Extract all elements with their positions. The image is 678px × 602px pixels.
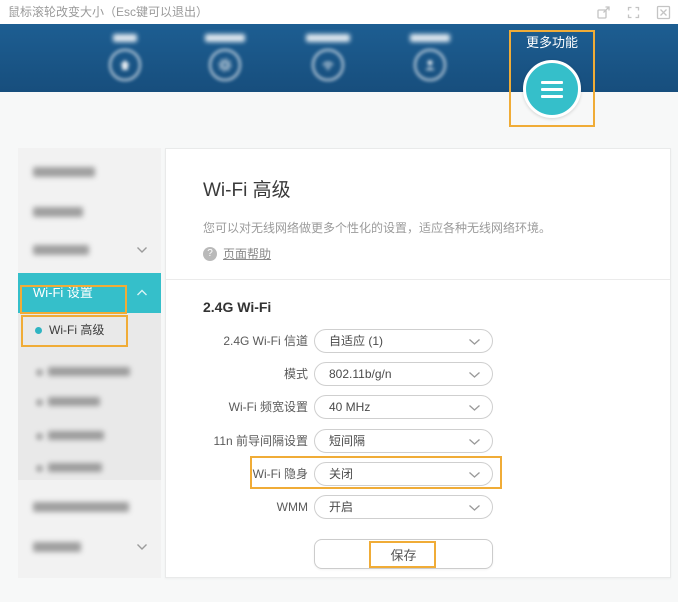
dropdown-selected-value: 开启	[329, 496, 353, 518]
chevron-down-icon	[468, 338, 481, 346]
blurred-nav-label	[205, 34, 245, 42]
dropdown-select[interactable]: 802.11b/g/n	[314, 362, 493, 386]
active-bullet-icon	[35, 327, 42, 334]
nav-item-wifi[interactable]	[296, 32, 360, 81]
dropdown-select[interactable]: 短间隔	[314, 429, 493, 453]
blurred-sidebar-subitem[interactable]	[48, 463, 102, 472]
blurred-sidebar-item[interactable]	[33, 207, 83, 217]
window-titlebar: 鼠标滚轮改变大小（Esc键可以退出）	[0, 0, 678, 24]
form-row: Wi-Fi 隐身 关闭	[166, 462, 672, 486]
blurred-sidebar-item[interactable]	[33, 167, 95, 177]
sidebar-item-label: Wi-Fi 高级	[49, 313, 104, 347]
nav-item-home[interactable]	[93, 32, 157, 81]
chevron-down-icon	[136, 543, 148, 551]
popout-icon[interactable]	[595, 4, 612, 21]
chevron-down-icon	[468, 404, 481, 412]
sidebar-item-wifi-settings[interactable]: Wi-Fi 设置	[18, 273, 161, 313]
window-title: 鼠标滚轮改变大小（Esc键可以退出）	[8, 0, 208, 24]
dropdown-select[interactable]: 40 MHz	[314, 395, 493, 419]
dropdown-selected-value: 短间隔	[329, 430, 365, 452]
blurred-sidebar-item[interactable]	[33, 542, 81, 552]
chevron-down-icon	[468, 371, 481, 379]
blurred-sidebar-subitem[interactable]	[48, 367, 130, 376]
chevron-down-icon	[136, 246, 148, 254]
field-label: 模式	[166, 362, 308, 386]
blurred-bullet	[36, 433, 43, 440]
field-label: WMM	[166, 495, 308, 519]
chevron-down-icon	[468, 438, 481, 446]
blurred-sidebar-item[interactable]	[33, 502, 129, 512]
dropdown-select[interactable]: 自适应 (1)	[314, 329, 493, 353]
nav-item-user[interactable]	[398, 32, 462, 81]
nav-item-more-features[interactable]: 更多功能	[509, 30, 595, 127]
dropdown-select[interactable]: 关闭	[314, 462, 493, 486]
field-label: 2.4G Wi-Fi 信道	[166, 329, 308, 353]
chevron-up-icon	[136, 289, 148, 297]
home-icon	[109, 49, 141, 81]
field-label: 11n 前导间隔设置	[166, 429, 308, 453]
chevron-down-icon	[468, 504, 481, 512]
chevron-down-icon	[468, 471, 481, 479]
blurred-sidebar-item[interactable]	[33, 245, 89, 255]
form-row: Wi-Fi 频宽设置 40 MHz	[166, 395, 672, 419]
help-link-label: 页面帮助	[223, 245, 271, 262]
sidebar-item-label: Wi-Fi 设置	[33, 273, 93, 313]
page-help-link[interactable]: ? 页面帮助	[203, 245, 271, 262]
field-label: Wi-Fi 频宽设置	[166, 395, 308, 419]
blurred-nav-label	[410, 34, 450, 42]
window-controls	[595, 4, 672, 21]
blurred-nav-label	[306, 34, 350, 42]
help-icon: ?	[203, 247, 217, 261]
more-features-label: 更多功能	[509, 35, 595, 51]
blurred-nav-label	[113, 34, 137, 42]
sidebar: Wi-Fi 设置 Wi-Fi 高级	[18, 148, 161, 578]
form-row: 2.4G Wi-Fi 信道 自适应 (1)	[166, 329, 672, 353]
dropdown-selected-value: 关闭	[329, 463, 353, 485]
fullscreen-icon[interactable]	[625, 4, 642, 21]
page-description: 您可以对无线网络做更多个性化的设置，适应各种无线网络环境。	[203, 219, 551, 236]
dropdown-select[interactable]: 开启	[314, 495, 493, 519]
form-row: WMM 开启	[166, 495, 672, 519]
user-icon	[414, 49, 446, 81]
main-panel: Wi-Fi 高级 您可以对无线网络做更多个性化的设置，适应各种无线网络环境。 ?…	[165, 148, 671, 578]
save-button[interactable]: 保存	[314, 539, 493, 569]
close-icon[interactable]	[655, 4, 672, 21]
hamburger-menu-icon[interactable]	[523, 60, 581, 118]
dropdown-selected-value: 802.11b/g/n	[329, 363, 392, 385]
form-row: 模式 802.11b/g/n	[166, 362, 672, 386]
wifi-settings-submenu: Wi-Fi 高级	[18, 313, 161, 480]
dropdown-selected-value: 自适应 (1)	[329, 330, 383, 352]
dropdown-selected-value: 40 MHz	[329, 396, 370, 418]
field-label: Wi-Fi 隐身	[166, 462, 308, 486]
blurred-bullet	[36, 465, 43, 472]
blurred-bullet	[36, 369, 43, 376]
section-title-24g-wifi: 2.4G Wi-Fi	[203, 299, 271, 315]
gear-icon	[209, 49, 241, 81]
wifi-icon	[312, 49, 344, 81]
nav-item-settings[interactable]	[193, 32, 257, 81]
form-row: 11n 前导间隔设置 短间隔	[166, 429, 672, 453]
blurred-sidebar-subitem[interactable]	[48, 397, 100, 406]
page-title: Wi-Fi 高级	[203, 175, 291, 202]
divider	[166, 279, 670, 280]
blurred-sidebar-subitem[interactable]	[48, 431, 104, 440]
sidebar-item-wifi-advanced[interactable]: Wi-Fi 高级	[18, 313, 161, 347]
blurred-bullet	[36, 399, 43, 406]
